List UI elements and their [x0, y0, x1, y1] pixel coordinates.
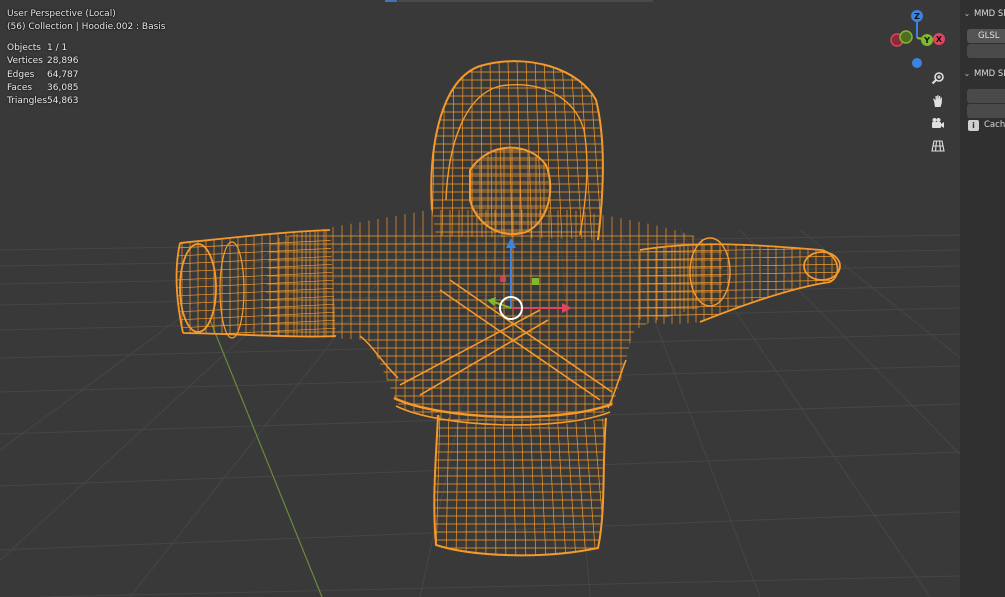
camera-icon[interactable] — [927, 114, 949, 134]
panel-title: MMD SD — [974, 69, 1005, 79]
stat-label: Vertices — [7, 56, 43, 67]
stat-label: Triangles — [7, 96, 48, 107]
panel1-button-row[interactable] — [967, 44, 1005, 58]
stat-value: 54,863 — [47, 96, 79, 107]
object-origin-gizmo[interactable] — [487, 238, 572, 320]
stat-row-edges: Edges 64,787 — [7, 69, 79, 82]
stat-label: Edges — [7, 69, 35, 80]
viewport-title: User Perspective (Local) — [7, 9, 116, 19]
3d-viewport[interactable]: User Perspective (Local) (56) Collection… — [0, 0, 1005, 597]
cache-label: Cache — [984, 120, 1005, 130]
viewport-subtitle: (56) Collection | Hoodie.002 : Basis — [7, 22, 166, 32]
y-axis-line — [209, 319, 323, 597]
negative-y-axis-handle[interactable] — [899, 30, 913, 44]
stat-row-vertices: Vertices 28,896 — [7, 55, 79, 68]
z-axis-label: Z — [914, 12, 920, 21]
panel2-field-2[interactable] — [967, 104, 1005, 118]
chevron-down-icon: ⌄ — [963, 69, 971, 78]
stat-row-faces: Faces 36,085 — [7, 82, 79, 95]
cache-checkbox-row[interactable]: i Cache — [968, 118, 1005, 132]
scene-canvas[interactable] — [0, 0, 960, 597]
y-axis-label: Y — [923, 36, 930, 45]
x-axis-label: X — [936, 35, 943, 44]
negative-z-axis-handle[interactable] — [912, 58, 922, 68]
panel-header-mmd-sdef[interactable]: ⌄MMD SD — [960, 65, 1005, 83]
stat-value: 36,085 — [47, 82, 79, 93]
chevron-down-icon: ⌄ — [963, 9, 971, 18]
stat-value: 64,787 — [47, 69, 79, 80]
zoom-icon[interactable] — [927, 68, 949, 88]
panel-title: MMD Sh — [974, 9, 1005, 19]
stat-label: Faces — [7, 82, 33, 93]
info-icon: i — [968, 119, 979, 131]
glsl-button[interactable]: GLSL — [967, 29, 1005, 43]
navigation-axis-gizmo[interactable]: Y Z X — [886, 6, 948, 70]
stat-value: 28,896 — [47, 56, 79, 67]
panel2-field-1[interactable] — [967, 89, 1005, 103]
sidebar-n-panel[interactable]: ⌄MMD Sh GLSL ⌄MMD SD i Cache — [960, 0, 1005, 597]
pan-hand-icon[interactable] — [927, 91, 949, 111]
panel-header-mmd-shading[interactable]: ⌄MMD Sh — [960, 5, 1005, 23]
stat-row-objects: Objects 1 / 1 — [7, 42, 79, 55]
stat-row-triangles: Triangles 54,863 — [7, 95, 79, 108]
scene-statistics: Objects 1 / 1 Vertices 28,896 Edges 64,7… — [7, 42, 79, 108]
stat-label: Objects — [7, 43, 42, 53]
stat-value: 1 / 1 — [47, 43, 68, 53]
perspective-grid-icon[interactable] — [927, 136, 949, 156]
